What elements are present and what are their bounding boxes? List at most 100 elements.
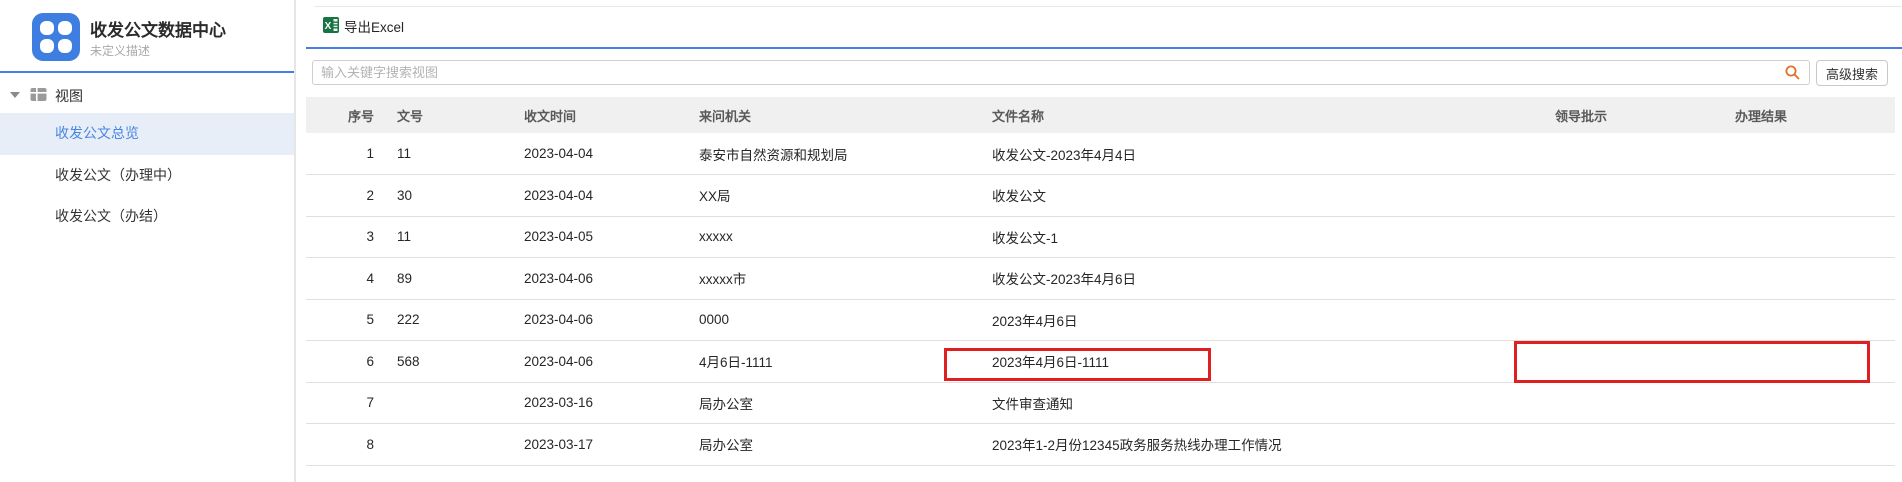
table-cell: xxxxx市 bbox=[691, 257, 984, 300]
app-subtitle: 未定义描述 bbox=[90, 44, 151, 58]
table-row[interactable]: 6 568 2023-04-06 4月6日-1111 2023年4月6日-1111 bbox=[306, 340, 1895, 383]
table-cell: 89 bbox=[384, 257, 511, 300]
table-cell: 11 bbox=[384, 216, 511, 258]
toolbar-divider bbox=[306, 47, 1902, 49]
column-header[interactable]: 办理结果 bbox=[1671, 97, 1895, 133]
table-cell bbox=[1671, 133, 1895, 175]
table-cell: 2023年4月6日-1111 bbox=[984, 340, 1491, 383]
table-cell bbox=[1491, 216, 1671, 258]
view-grid-icon bbox=[30, 87, 47, 105]
table-cell: 11 bbox=[384, 133, 511, 175]
table-cell: 2023-03-17 bbox=[511, 423, 691, 466]
toolbar: X 导出Excel bbox=[306, 3, 1902, 47]
table-cell: 0000 bbox=[691, 299, 984, 341]
table-cell: 2 bbox=[306, 174, 384, 217]
table-cell: 泰安市自然资源和规划局 bbox=[691, 133, 984, 175]
table-cell bbox=[1491, 340, 1671, 383]
table-cell: 568 bbox=[384, 340, 511, 383]
table-cell: 2023-04-06 bbox=[511, 340, 691, 383]
caret-down-icon[interactable] bbox=[10, 92, 20, 98]
export-excel-button[interactable]: X 导出Excel bbox=[323, 15, 404, 37]
table-cell: 局办公室 bbox=[691, 423, 984, 466]
table-cell: 2023-04-06 bbox=[511, 257, 691, 300]
column-header[interactable]: 收文时间 bbox=[511, 97, 691, 133]
sidebar-item-in-progress[interactable]: 收发公文（办理中） bbox=[0, 155, 294, 197]
table-cell bbox=[1491, 133, 1671, 175]
table-cell bbox=[1671, 423, 1895, 466]
views-tree-toggle[interactable]: 视图 bbox=[0, 84, 294, 106]
search-row: 高级搜索 bbox=[306, 59, 1902, 86]
table-row[interactable]: 2 30 2023-04-04 XX局 收发公文 bbox=[306, 174, 1895, 217]
toolbar-top-border bbox=[314, 6, 1902, 7]
table-row[interactable]: 5 222 2023-04-06 0000 2023年4月6日 bbox=[306, 299, 1895, 341]
table-cell: 2023-03-16 bbox=[511, 382, 691, 424]
sidebar-divider bbox=[0, 71, 294, 73]
app-logo-icon bbox=[32, 13, 80, 61]
table-cell bbox=[1491, 174, 1671, 217]
column-header[interactable]: 领导批示 bbox=[1491, 97, 1671, 133]
table-row[interactable]: 8 2023-03-17 局办公室 2023年1-2月份12345政务服务热线办理工作… bbox=[306, 423, 1895, 466]
table-cell bbox=[1671, 174, 1895, 217]
table-cell bbox=[1671, 299, 1895, 341]
table-cell: 文件审查通知 bbox=[984, 382, 1491, 424]
table-cell: 局办公室 bbox=[691, 382, 984, 424]
main-panel: X 导出Excel 高级搜索 序号文号收文时间来问机关文件名称领导批示办理结果 bbox=[298, 0, 1902, 482]
search-input[interactable] bbox=[312, 60, 1810, 85]
table-cell bbox=[384, 423, 511, 466]
table-row[interactable]: 1 11 2023-04-04 泰安市自然资源和规划局 收发公文-2023年4月4日 bbox=[306, 133, 1895, 175]
table-row[interactable]: 4 89 2023-04-06 xxxxx市 收发公文-2023年4月6日 bbox=[306, 257, 1895, 300]
table-row[interactable]: 7 2023-03-16 局办公室 文件审查通知 bbox=[306, 382, 1895, 424]
table-body: 1 11 2023-04-04 泰安市自然资源和规划局 收发公文-2023年4月4日 2 3… bbox=[306, 133, 1895, 466]
column-header[interactable]: 序号 bbox=[306, 97, 384, 133]
table-cell bbox=[1671, 382, 1895, 424]
svg-text:X: X bbox=[325, 21, 332, 32]
table-header-row: 序号 文号 收文时间 来问机关 文件名称 领导批示 办理结果 bbox=[306, 97, 1895, 133]
column-header[interactable]: 文号 bbox=[384, 97, 511, 133]
advanced-search-button[interactable]: 高级搜索 bbox=[1816, 60, 1888, 86]
table-cell: 8 bbox=[306, 423, 384, 466]
document-table-wrap: 序号 文号 收文时间 来问机关 文件名称 领导批示 办理结果 1 11 2023-04-04 泰安… bbox=[306, 97, 1895, 466]
table-cell: 2023-04-06 bbox=[511, 299, 691, 341]
table-cell: 2023-04-05 bbox=[511, 216, 691, 258]
views-tree-label: 视图 bbox=[55, 88, 83, 104]
sidebar: 收发公文数据中心 未定义描述 视图 收发公文总览 收发公文（办理中） 收发公文（… bbox=[0, 0, 296, 482]
table-cell: 2023-04-04 bbox=[511, 133, 691, 175]
table-cell: 222 bbox=[384, 299, 511, 341]
table-row[interactable]: 3 11 2023-04-05 xxxxx 收发公文-1 bbox=[306, 216, 1895, 258]
document-table: 序号 文号 收文时间 来问机关 文件名称 领导批示 办理结果 1 11 2023-04-04 泰安… bbox=[306, 97, 1895, 466]
table-cell: 30 bbox=[384, 174, 511, 217]
excel-icon: X bbox=[323, 16, 339, 36]
table-cell: 2023年1-2月份12345政务服务热线办理工作情况 bbox=[984, 423, 1491, 466]
table-cell bbox=[1671, 216, 1895, 258]
table-cell bbox=[1671, 340, 1895, 383]
table-cell bbox=[1491, 257, 1671, 300]
table-cell: 收发公文-1 bbox=[984, 216, 1491, 258]
table-cell: 6 bbox=[306, 340, 384, 383]
column-header[interactable]: 来问机关 bbox=[691, 97, 984, 133]
table-cell: 2023-04-04 bbox=[511, 174, 691, 217]
table-cell: 3 bbox=[306, 216, 384, 258]
table-cell bbox=[1491, 423, 1671, 466]
table-cell: 收发公文-2023年4月6日 bbox=[984, 257, 1491, 300]
table-cell: 2023年4月6日 bbox=[984, 299, 1491, 341]
table-cell: xxxxx bbox=[691, 216, 984, 258]
export-excel-label: 导出Excel bbox=[344, 20, 405, 35]
table-cell bbox=[1491, 299, 1671, 341]
search-icon[interactable] bbox=[1784, 64, 1801, 84]
table-cell: 5 bbox=[306, 299, 384, 341]
table-cell: 收发公文 bbox=[984, 174, 1491, 217]
table-cell bbox=[1491, 382, 1671, 424]
column-header[interactable]: 文件名称 bbox=[984, 97, 1491, 133]
table-cell: 收发公文-2023年4月4日 bbox=[984, 133, 1491, 175]
sidebar-item-completed[interactable]: 收发公文（办结） bbox=[0, 196, 294, 238]
sidebar-item-overview[interactable]: 收发公文总览 bbox=[0, 113, 294, 155]
table-cell: 7 bbox=[306, 382, 384, 424]
table-cell: XX局 bbox=[691, 174, 984, 217]
app-title: 收发公文数据中心 bbox=[90, 21, 226, 40]
table-cell: 4 bbox=[306, 257, 384, 300]
table-cell: 1 bbox=[306, 133, 384, 175]
table-cell bbox=[1671, 257, 1895, 300]
table-cell bbox=[384, 382, 511, 424]
table-cell: 4月6日-1111 bbox=[691, 340, 984, 383]
views-list: 收发公文总览 收发公文（办理中） 收发公文（办结） bbox=[0, 113, 294, 238]
